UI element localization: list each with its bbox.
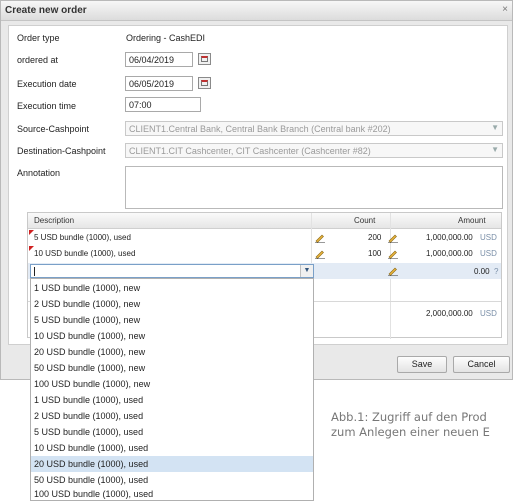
- dropdown-option[interactable]: 2 USD bundle (1000), new: [31, 296, 313, 312]
- total-amount: 2,000,000.00: [426, 309, 473, 318]
- dropdown-option[interactable]: 1 USD bundle (1000), used: [31, 392, 313, 408]
- description-combobox[interactable]: ▼: [30, 264, 314, 278]
- pencil-icon[interactable]: [388, 233, 398, 243]
- calendar-icon[interactable]: [198, 77, 211, 89]
- text-cursor: [34, 267, 35, 276]
- dropdown-option[interactable]: 50 USD bundle (1000), new: [31, 360, 313, 376]
- row-description[interactable]: 10 USD bundle (1000), used: [34, 249, 135, 258]
- grid-header: Description Count Amount: [28, 213, 501, 229]
- execution-date-field[interactable]: 06/05/2019: [125, 76, 193, 91]
- dropdown-option[interactable]: 5 USD bundle (1000), used: [31, 424, 313, 440]
- source-cashpoint-label: Source-Cashpoint: [17, 124, 90, 134]
- dropdown-option[interactable]: 1 USD bundle (1000), new: [31, 280, 313, 296]
- save-button[interactable]: Save: [397, 356, 447, 373]
- dropdown-option[interactable]: 20 USD bundle (1000), new: [31, 344, 313, 360]
- figure-caption-line-2: zum Anlegen einer neuen E: [331, 425, 490, 439]
- annotation-label: Annotation: [17, 168, 61, 178]
- pencil-icon[interactable]: [315, 233, 325, 243]
- cancel-button[interactable]: Cancel: [453, 356, 510, 373]
- row-description[interactable]: 5 USD bundle (1000), used: [34, 233, 131, 242]
- dropdown-option[interactable]: 100 USD bundle (1000), new: [31, 376, 313, 392]
- column-header-count[interactable]: Count: [354, 216, 375, 225]
- pencil-icon[interactable]: [315, 249, 325, 259]
- edit-row-currency: ?: [494, 267, 499, 276]
- chevron-down-icon[interactable]: ▼: [491, 123, 499, 132]
- dropdown-option-highlighted[interactable]: 20 USD bundle (1000), used: [31, 456, 313, 472]
- column-header-description[interactable]: Description: [34, 216, 74, 225]
- dropdown-option[interactable]: 10 USD bundle (1000), new: [31, 328, 313, 344]
- dialog-titlebar[interactable]: Create new order ×: [1, 1, 512, 21]
- dropdown-option[interactable]: 10 USD bundle (1000), used: [31, 440, 313, 456]
- order-type-value: Ordering - CashEDI: [126, 33, 206, 43]
- row-currency: USD: [480, 249, 497, 258]
- pencil-icon[interactable]: [388, 266, 398, 276]
- ordered-at-field[interactable]: 06/04/2019: [125, 52, 193, 67]
- execution-time-field[interactable]: 07:00: [125, 97, 201, 112]
- destination-cashpoint-value: CLIENT1.CIT Cashcenter, CIT Cashcenter (…: [129, 146, 371, 156]
- pencil-icon[interactable]: [388, 249, 398, 259]
- close-icon[interactable]: ×: [502, 4, 508, 15]
- row-count[interactable]: 100: [368, 249, 381, 258]
- row-amount[interactable]: 1,000,000.00: [426, 249, 473, 258]
- execution-date-label: Execution date: [17, 79, 77, 89]
- dropdown-option[interactable]: 100 USD bundle (1000), used: [31, 486, 313, 502]
- row-currency: USD: [480, 233, 497, 242]
- destination-cashpoint-select[interactable]: CLIENT1.CIT Cashcenter, CIT Cashcenter (…: [125, 143, 503, 158]
- order-type-label: Order type: [17, 33, 60, 43]
- description-dropdown-list: 1 USD bundle (1000), new 2 USD bundle (1…: [30, 278, 314, 501]
- edit-row-amount[interactable]: 0.00: [474, 267, 490, 276]
- dropdown-option[interactable]: 2 USD bundle (1000), used: [31, 408, 313, 424]
- chevron-down-icon[interactable]: ▼: [300, 265, 313, 277]
- source-cashpoint-value: CLIENT1.Central Bank, Central Bank Branc…: [129, 124, 391, 134]
- column-header-amount[interactable]: Amount: [458, 216, 486, 225]
- calendar-icon[interactable]: [198, 53, 211, 65]
- ordered-at-label: ordered at: [17, 55, 59, 65]
- row-count[interactable]: 200: [368, 233, 381, 242]
- chevron-down-icon[interactable]: ▼: [491, 145, 499, 154]
- annotation-textarea[interactable]: [125, 166, 503, 209]
- dropdown-option[interactable]: 5 USD bundle (1000), new: [31, 312, 313, 328]
- destination-cashpoint-label: Destination-Cashpoint: [17, 146, 106, 156]
- dialog-title: Create new order: [5, 5, 87, 16]
- figure-caption-line-1: Abb.1: Zugriff auf den Prod: [331, 410, 487, 424]
- source-cashpoint-select[interactable]: CLIENT1.Central Bank, Central Bank Branc…: [125, 121, 503, 136]
- row-amount[interactable]: 1,000,000.00: [426, 233, 473, 242]
- total-currency: USD: [480, 309, 497, 318]
- execution-time-label: Execution time: [17, 101, 77, 111]
